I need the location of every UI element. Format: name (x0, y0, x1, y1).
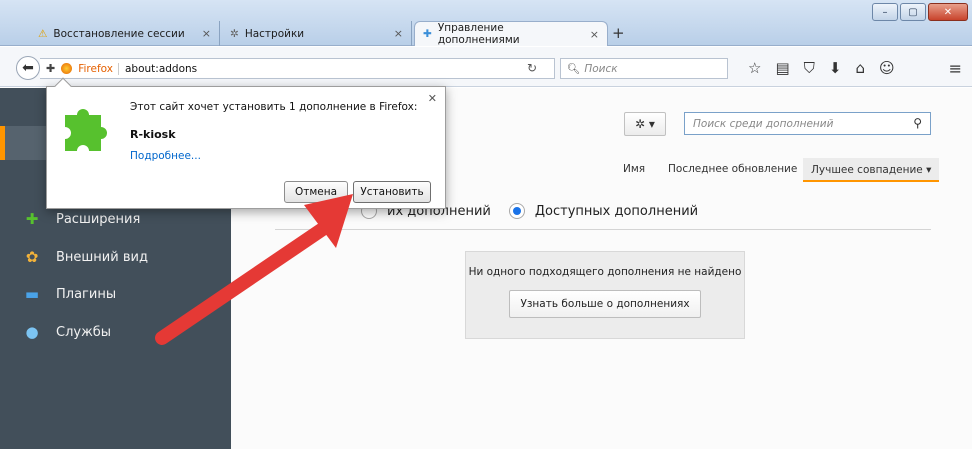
popup-message: Этот сайт хочет установить 1 дополнение … (130, 101, 418, 113)
sort-label: Лучшее совпадение (811, 164, 923, 176)
downloads-icon[interactable]: ⬇ (829, 59, 842, 77)
addon-search-placeholder: Поиск среди дополнений (693, 117, 834, 130)
addon-notification-icon[interactable]: ✚ (46, 62, 55, 75)
tab-addons-manager[interactable]: ✚ Управление дополнениями × (414, 21, 608, 46)
empty-results-message: Ни одного подходящего дополнения не найд… (468, 266, 742, 278)
tab-label: Управление дополнениями (437, 22, 520, 46)
palette-icon: ✿ (25, 248, 39, 266)
window-controls: – ▢ ✕ (872, 3, 968, 21)
bookmarks-menu-icon[interactable]: ▤ (775, 59, 789, 77)
plugin-icon: ▬ (24, 285, 40, 303)
title-bar: ⚠ Восстановление сессии × ✲ Настройки × … (0, 0, 972, 46)
learn-more-button[interactable]: Узнать больше о дополнениях (509, 290, 701, 318)
search-placeholder: Поиск (584, 62, 618, 75)
speech-bubble-icon: ● (25, 323, 39, 341)
sort-by-name[interactable]: Имя (623, 163, 645, 175)
tab-label: Настройки (244, 27, 305, 40)
addon-name: R-kiosk (130, 128, 176, 141)
sidebar-item-plugins[interactable]: ▬ Плагины (22, 284, 116, 304)
sort-by-last-update[interactable]: Последнее обновление (668, 163, 797, 175)
back-button[interactable]: ⬅ (16, 56, 40, 80)
available-addons-radio[interactable] (508, 203, 525, 219)
close-tab-icon[interactable]: × (394, 27, 403, 40)
sidebar-item-appearance[interactable]: ✿ Внешний вид (22, 247, 148, 267)
tab-session-restore[interactable]: ⚠ Восстановление сессии × (30, 21, 220, 46)
install-button[interactable]: Установить (353, 181, 431, 203)
gear-icon: ✲ ▾ (635, 117, 655, 131)
available-addons-label: Доступных дополнений (534, 203, 699, 219)
puzzle-icon: ✚ (25, 210, 39, 228)
close-window-button[interactable]: ✕ (928, 3, 968, 21)
bookmark-star-icon[interactable]: ☆ (748, 59, 761, 77)
tools-menu-button[interactable]: ✲ ▾ (624, 112, 666, 136)
puzzle-icon: ✚ (423, 28, 432, 40)
home-icon[interactable]: ⌂ (855, 59, 865, 77)
empty-results-box: Ни одного подходящего дополнения не найд… (465, 251, 745, 339)
addon-install-popup: Этот сайт хочет установить 1 дополнение … (46, 77, 446, 209)
chat-icon[interactable]: ☺ (879, 59, 895, 77)
sidebar-item-label: Службы (56, 324, 112, 340)
warning-icon: ⚠ (38, 27, 48, 40)
pocket-icon[interactable]: ⛉ (804, 59, 815, 77)
url-bar[interactable]: ✚ Firefox about:addons (40, 58, 555, 79)
close-tab-icon[interactable]: × (590, 28, 599, 41)
sidebar-item-label: Плагины (56, 286, 117, 302)
addon-search-input[interactable]: Поиск среди дополнений ⚲ (684, 112, 931, 135)
search-bar[interactable]: 🔍︎ Поиск (560, 58, 728, 79)
sidebar-item-label: Расширения (56, 211, 141, 227)
sidebar-item-label: Внешний вид (56, 249, 148, 265)
more-info-link[interactable]: Подробнее... (130, 150, 201, 162)
tab-settings[interactable]: ✲ Настройки × (222, 21, 412, 46)
reload-icon[interactable]: ↻ (527, 61, 537, 75)
search-icon: 🔍︎ (567, 63, 581, 75)
puzzle-piece-icon (65, 109, 107, 151)
cancel-button[interactable]: Отмена (284, 181, 348, 203)
maximize-button[interactable]: ▢ (900, 3, 926, 21)
gear-icon: ✲ (230, 27, 239, 40)
identity-label: Firefox (78, 62, 119, 75)
sidebar-item-services[interactable]: ● Службы (22, 322, 111, 342)
back-arrow-icon: ⬅ (22, 60, 34, 76)
divider (275, 229, 931, 230)
sidebar-item-extensions[interactable]: ✚ Расширения (22, 209, 141, 229)
hamburger-menu-icon[interactable]: ≡ (949, 59, 962, 78)
firefox-logo-icon (61, 63, 73, 74)
close-icon[interactable]: ✕ (428, 92, 437, 105)
close-tab-icon[interactable]: × (202, 27, 211, 40)
tab-label: Восстановление сессии (53, 27, 185, 40)
url-text[interactable]: about:addons (125, 63, 197, 75)
new-tab-button[interactable]: + (612, 24, 625, 42)
search-icon[interactable]: ⚲ (913, 116, 922, 130)
minimize-button[interactable]: – (872, 3, 898, 21)
sort-by-best-match[interactable]: Лучшее совпадение ▾ (803, 158, 940, 182)
dropdown-arrow-icon: ▾ (926, 164, 932, 176)
navigation-bar: ⬅ ✚ Firefox about:addons ↻ 🔍︎ Поиск ☆ ▤ … (0, 47, 972, 87)
toolbar-icons: ☆ ▤ ⛉ ⬇ ⌂ ☺ (748, 59, 895, 77)
